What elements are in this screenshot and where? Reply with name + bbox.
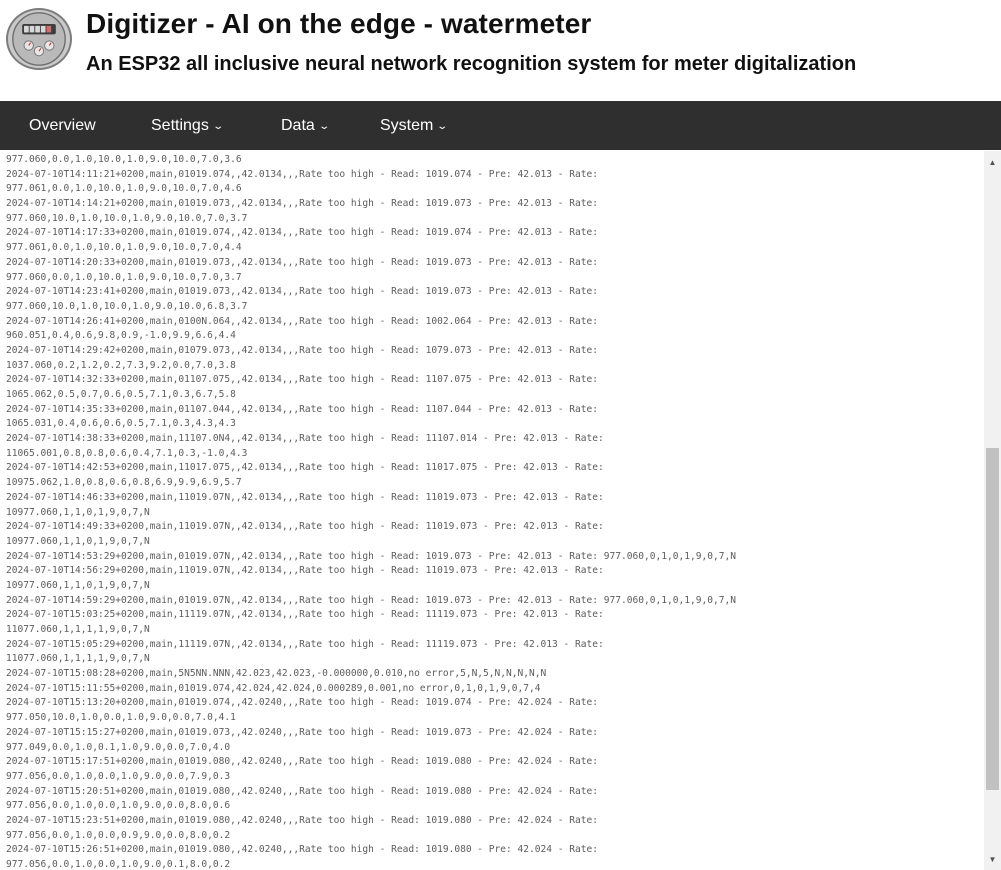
log-line: 977.060,0.0,1.0,10.0,1.0,9.0,10.0,7.0,3.… <box>6 154 242 165</box>
page-subtitle: An ESP32 all inclusive neural network re… <box>86 53 857 75</box>
log-line: 10977.060,1,1,0,1,9,0,7,N <box>6 579 150 591</box>
log-line: 2024-07-10T14:35:33+0200,main,01107.044,… <box>6 403 599 415</box>
log-line: 2024-07-10T15:20:51+0200,main,01019.080,… <box>6 785 599 797</box>
log-line: 977.060,10.0,1.0,10.0,1.0,9.0,10.0,6.8,3… <box>6 300 248 312</box>
log-line: 2024-07-10T14:20:33+0200,main,01019.073,… <box>6 256 599 268</box>
log-line: 2024-07-10T14:32:33+0200,main,01107.075,… <box>6 374 599 386</box>
log-line: 977.060,0.0,1.0,10.0,1.0,9.0,10.0,7.0,3.… <box>6 271 242 283</box>
log-line: 977.050,10.0,1.0,0.0,1.0,9.0,0.0,7.0,4.1 <box>6 712 236 724</box>
log-content: 977.060,0.0,1.0,10.0,1.0,9.0,10.0,7.0,3.… <box>6 153 979 870</box>
vertical-scrollbar[interactable]: ▲ ▼ <box>984 151 1001 870</box>
main-navbar: Overview Settings ⌄ Data ⌄ System ⌄ <box>0 101 1001 150</box>
nav-system-label: System <box>380 117 434 134</box>
log-line: 977.049,0.0,1.0,0.1,1.0,9.0,0.0,7.0,4.0 <box>6 741 231 753</box>
log-line: 2024-07-10T15:03:25+0200,main,11119.07N,… <box>6 609 604 621</box>
log-line: 960.051,0.4,0.6,9.8,0.9,-1.0,9.9,6.6,4.4 <box>6 330 236 342</box>
log-line: 977.056,0.0,1.0,0.0,1.0,9.0,0.0,8.0,0.6 <box>6 800 231 812</box>
log-line: 10977.060,1,1,0,1,9,0,7,N <box>6 506 150 518</box>
log-line: 977.056,0.0,1.0,0.0,1.0,9.0,0.0,7.9,0.3 <box>6 770 231 782</box>
log-line: 2024-07-10T14:53:29+0200,main,01019.07N,… <box>6 550 736 562</box>
log-line: 977.060,10.0,1.0,10.0,1.0,9.0,10.0,7.0,3… <box>6 212 248 224</box>
log-line: 2024-07-10T15:17:51+0200,main,01019.080,… <box>6 756 599 768</box>
meter-logo-icon <box>6 8 72 70</box>
log-line: 1065.031,0.4,0.6,0.6,0.5,7.1,0.3,4.3,4.3 <box>6 418 236 430</box>
log-line: 1037.060,0.2,1.2,0.2,7.3,9.2,0.0,7.0,3.8 <box>6 359 236 371</box>
log-line: 977.061,0.0,1.0,10.0,1.0,9.0,10.0,7.0,4.… <box>6 242 242 254</box>
log-line: 11077.060,1,1,1,1,9,0,7,N <box>6 624 150 635</box>
meter-logo-graphic <box>12 12 66 66</box>
log-line: 977.056,0.0,1.0,0.0,0.9,9.0,0.0,8.0,0.2 <box>6 829 231 841</box>
log-line: 2024-07-10T14:26:41+0200,main,0100N.064,… <box>6 315 599 327</box>
log-line: 2024-07-10T15:15:27+0200,main,01019.073,… <box>6 726 599 738</box>
log-line: 1065.062,0.5,0.7,0.6,0.5,7.1,0.3,6.7,5.8 <box>6 389 236 400</box>
log-line: 977.061,0.0,1.0,10.0,1.0,9.0,10.0,7.0,4.… <box>6 183 242 195</box>
nav-settings-label: Settings <box>151 117 209 134</box>
log-line: 2024-07-10T15:05:29+0200,main,11119.07N,… <box>6 638 604 650</box>
log-line: 11077.060,1,1,1,1,9,0,7,N <box>6 653 150 665</box>
log-line: 977.056,0.0,1.0,0.0,1.0,9.0,0.1,8.0,0.2 <box>6 859 231 870</box>
nav-data-menu[interactable]: Data ⌄ <box>281 101 330 150</box>
nav-data-label: Data <box>281 117 315 134</box>
log-line: 2024-07-10T14:17:33+0200,main,01019.074,… <box>6 227 599 239</box>
page-title: Digitizer - AI on the edge - watermeter <box>86 8 592 39</box>
nav-overview-label: Overview <box>29 117 96 134</box>
log-line: 2024-07-10T14:49:33+0200,main,11019.07N,… <box>6 521 604 533</box>
chevron-down-icon: ⌄ <box>212 121 224 132</box>
log-line: 10977.060,1,1,0,1,9,0,7,N <box>6 535 150 547</box>
chevron-down-icon: ⌄ <box>318 121 330 132</box>
scrollbar-thumb[interactable] <box>986 448 999 790</box>
log-line: 2024-07-10T15:13:20+0200,main,01019.074,… <box>6 697 599 709</box>
log-line: 2024-07-10T15:11:55+0200,main,01019.074,… <box>6 682 541 694</box>
log-line: 2024-07-10T15:26:51+0200,main,01019.080,… <box>6 844 599 856</box>
log-line: 2024-07-10T15:08:28+0200,main,5N5NN.NNN,… <box>6 668 547 680</box>
log-line: 10975.062,1.0,0.8,0.6,0.8,6.9,9.9,6.9,5.… <box>6 477 242 489</box>
log-line: 2024-07-10T14:23:41+0200,main,01019.073,… <box>6 286 599 298</box>
log-line: 2024-07-10T14:11:21+0200,main,01019.074,… <box>6 168 599 180</box>
log-line: 11065.001,0.8,0.8,0.6,0.4,7.1,0.3,-1.0,4… <box>6 447 248 459</box>
page-header: Digitizer - AI on the edge - watermeter … <box>0 0 1001 100</box>
log-line: 2024-07-10T14:38:33+0200,main,11107.0N4,… <box>6 433 604 445</box>
log-line: 2024-07-10T14:46:33+0200,main,11019.07N,… <box>6 491 604 503</box>
scroll-down-arrow-icon[interactable]: ▼ <box>984 852 1001 868</box>
scroll-up-arrow-icon[interactable]: ▲ <box>984 155 1001 171</box>
nav-overview[interactable]: Overview <box>29 101 96 150</box>
log-line: 2024-07-10T14:29:42+0200,main,01079.073,… <box>6 344 599 356</box>
chevron-down-icon: ⌄ <box>436 121 449 132</box>
log-line: 2024-07-10T15:23:51+0200,main,01019.080,… <box>6 814 599 826</box>
log-line: 2024-07-10T14:59:29+0200,main,01019.07N,… <box>6 594 736 606</box>
log-viewer[interactable]: 977.060,0.0,1.0,10.0,1.0,9.0,10.0,7.0,3.… <box>0 151 1001 870</box>
log-line: 2024-07-10T14:56:29+0200,main,11019.07N,… <box>6 565 604 577</box>
nav-settings-menu[interactable]: Settings ⌄ <box>151 101 224 150</box>
log-line: 2024-07-10T14:14:21+0200,main,01019.073,… <box>6 198 599 210</box>
nav-system-menu[interactable]: System ⌄ <box>380 101 449 150</box>
log-line: 2024-07-10T14:42:53+0200,main,11017.075,… <box>6 462 604 474</box>
